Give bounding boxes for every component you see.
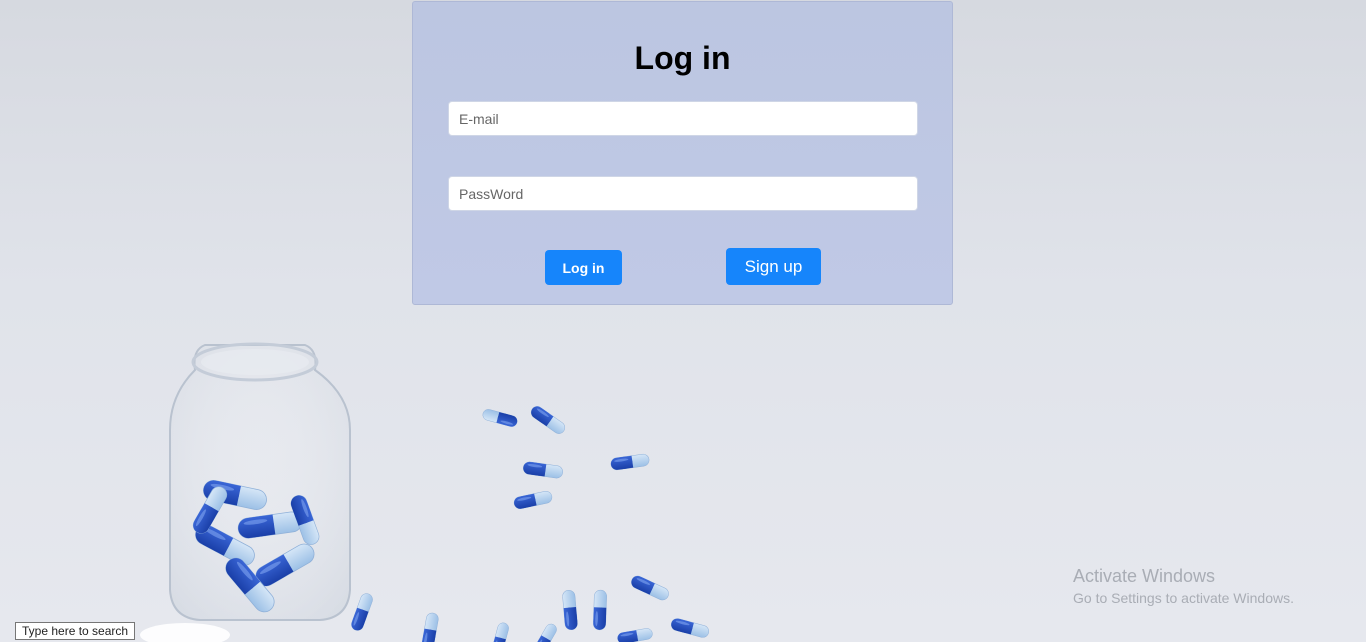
jar-lid xyxy=(140,623,230,642)
activate-windows-watermark: Activate Windows Go to Settings to activ… xyxy=(1073,566,1294,606)
login-card: Log in Log in Sign up xyxy=(412,1,953,305)
activate-windows-title: Activate Windows xyxy=(1073,566,1216,586)
pill-jar xyxy=(169,342,351,621)
login-title: Log in xyxy=(634,40,731,76)
search-tooltip: Type here to search xyxy=(15,622,136,640)
email-input[interactable] xyxy=(448,101,918,136)
signup-button[interactable]: Sign up xyxy=(726,248,821,285)
activate-windows-subtitle: Go to Settings to activate Windows. xyxy=(1073,590,1294,606)
scattered-capsules xyxy=(349,403,711,642)
password-input[interactable] xyxy=(448,176,918,211)
login-button[interactable]: Log in xyxy=(545,250,622,285)
